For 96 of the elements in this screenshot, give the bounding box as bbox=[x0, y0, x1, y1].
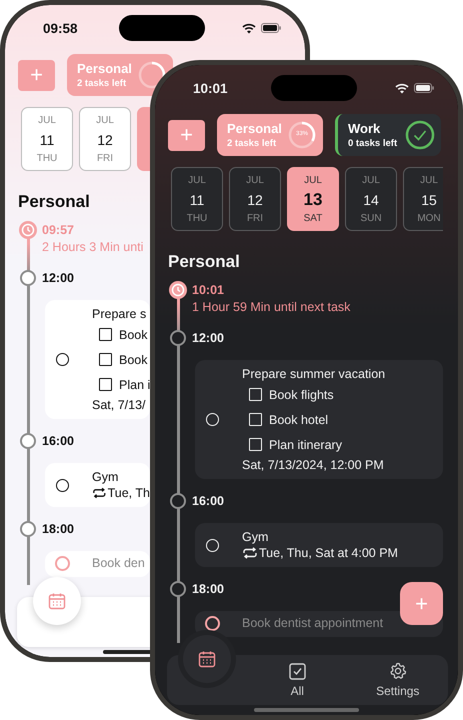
date-tile[interactable]: JUL 12 FRI bbox=[79, 107, 131, 171]
tab-item[interactable]: All bbox=[247, 655, 348, 705]
subtask-label: Book bbox=[119, 352, 148, 366]
weekday-label: THU bbox=[186, 213, 208, 224]
task-card[interactable]: Prepare s Book Book Plan i Sat, 7/13/ bbox=[45, 300, 150, 419]
list-name: Personal bbox=[77, 61, 131, 76]
weekday-label: THU bbox=[36, 153, 58, 164]
hour-label: 18:00 bbox=[192, 582, 224, 596]
task-count: 2 tasks left bbox=[77, 78, 128, 89]
task-title: Prepare summer vacation bbox=[242, 366, 386, 382]
timeline-node bbox=[20, 521, 36, 537]
timeline-node bbox=[170, 581, 186, 597]
day-number: 13 bbox=[304, 190, 322, 210]
clock-icon bbox=[169, 281, 187, 299]
subtask-label: Plan i bbox=[119, 378, 150, 392]
timeline-node bbox=[170, 493, 186, 509]
hour-label: 16:00 bbox=[192, 494, 224, 508]
list-heading: Personal bbox=[18, 191, 90, 213]
day-number: 15 bbox=[421, 192, 437, 208]
timeline-node bbox=[20, 270, 36, 286]
month-label: JUL bbox=[96, 115, 114, 126]
list-name: Personal bbox=[227, 121, 281, 136]
calendar-icon bbox=[198, 650, 216, 668]
wifi-icon bbox=[242, 22, 256, 34]
settings-icon bbox=[388, 662, 407, 680]
month-label: JUL bbox=[420, 175, 438, 186]
task-title: Book den bbox=[92, 555, 145, 571]
day-number: 11 bbox=[40, 132, 54, 148]
hour-label: 12:00 bbox=[42, 271, 74, 285]
day-number: 12 bbox=[247, 192, 263, 208]
repeat-icon bbox=[92, 487, 107, 499]
calendar-tab[interactable] bbox=[183, 635, 231, 683]
task-title: Gym bbox=[92, 469, 120, 485]
subtask-checkbox[interactable] bbox=[99, 328, 112, 341]
task-count: 0 tasks left bbox=[348, 138, 398, 149]
day-number: 14 bbox=[363, 192, 379, 208]
battery-icon bbox=[414, 83, 434, 93]
status-time: 09:58 bbox=[43, 20, 79, 36]
subtask-label: Book hotel bbox=[269, 412, 328, 426]
task-date: Sat, 7/13/ bbox=[92, 397, 147, 413]
wifi-icon bbox=[395, 82, 409, 94]
task-card[interactable]: Gym Tue, Th bbox=[45, 463, 150, 507]
timeline-node bbox=[20, 433, 36, 449]
date-tile[interactable]: JUL 15 MON bbox=[403, 167, 443, 231]
task-radio[interactable] bbox=[56, 353, 68, 366]
subtask-label: Plan itinerary bbox=[269, 438, 342, 452]
list-card[interactable]: Work 0 tasks left bbox=[335, 114, 441, 156]
current-time: 09:57 bbox=[42, 222, 75, 239]
hour-label: 16:00 bbox=[42, 434, 74, 448]
subtask-label: Book bbox=[119, 328, 148, 342]
repeat-schedule: Tue, Thu, Sat at 4:00 PM bbox=[259, 546, 398, 560]
weekday-label: SAT bbox=[304, 213, 322, 224]
month-label: JUL bbox=[188, 175, 206, 186]
task-date: Sat, 7/13/2024, 12:00 PM bbox=[242, 457, 385, 473]
repeat-schedule: Tue, Th bbox=[108, 486, 150, 500]
month-label: JUL bbox=[362, 175, 380, 186]
day-number: 11 bbox=[190, 192, 204, 208]
repeat-icon bbox=[242, 547, 258, 559]
calendar-icon bbox=[48, 592, 66, 610]
subtask-label: Book flights bbox=[269, 388, 334, 402]
next-task-note: 1 Hour 59 Min until next task bbox=[192, 299, 350, 316]
battery-icon bbox=[261, 23, 281, 33]
list-heading: Personal bbox=[168, 251, 240, 273]
date-tile[interactable]: JUL 11 THU bbox=[171, 167, 223, 231]
list-name: Work bbox=[348, 121, 382, 136]
task-radio[interactable] bbox=[56, 478, 68, 492]
task-title: Gym bbox=[242, 529, 270, 545]
month-label: JUL bbox=[38, 115, 56, 126]
hour-label: 18:00 bbox=[42, 522, 74, 536]
day-number: 12 bbox=[97, 132, 113, 148]
task-card[interactable]: Gym Tue, Thu, Sat at 4:00 PM bbox=[195, 523, 443, 567]
hour-label: 12:00 bbox=[192, 331, 224, 345]
checkbox-icon bbox=[288, 662, 306, 680]
weekday-label: MON bbox=[417, 213, 441, 224]
subtask-checkbox[interactable] bbox=[99, 378, 112, 391]
date-tile[interactable]: JUL 12 FRI bbox=[229, 167, 281, 231]
clock-icon bbox=[19, 221, 37, 239]
date-tile[interactable]: JUL 14 SUN bbox=[345, 167, 397, 231]
date-tile[interactable]: JUL 11 THU bbox=[21, 107, 73, 171]
date-tile[interactable]: JUL 13 SAT bbox=[287, 167, 339, 231]
subtask-checkbox[interactable] bbox=[99, 353, 112, 366]
month-label: JUL bbox=[246, 175, 264, 186]
task-title: Prepare s bbox=[92, 306, 148, 322]
month-label: JUL bbox=[304, 175, 322, 186]
weekday-label: FRI bbox=[246, 213, 264, 224]
weekday-label: FRI bbox=[96, 153, 114, 164]
timeline-node bbox=[170, 330, 186, 346]
task-count: 2 tasks left bbox=[227, 138, 278, 149]
tab-item[interactable]: Settings bbox=[348, 655, 448, 705]
task-title: Book dentist appointment bbox=[242, 615, 384, 631]
current-time: 10:01 bbox=[192, 282, 225, 299]
task-radio[interactable] bbox=[54, 556, 70, 571]
task-card[interactable]: Book dentist appointment bbox=[195, 611, 443, 637]
weekday-label: SUN bbox=[360, 213, 382, 224]
status-time: 10:01 bbox=[193, 80, 229, 96]
next-task-note: 2 Hours 3 Min unti bbox=[42, 239, 144, 256]
